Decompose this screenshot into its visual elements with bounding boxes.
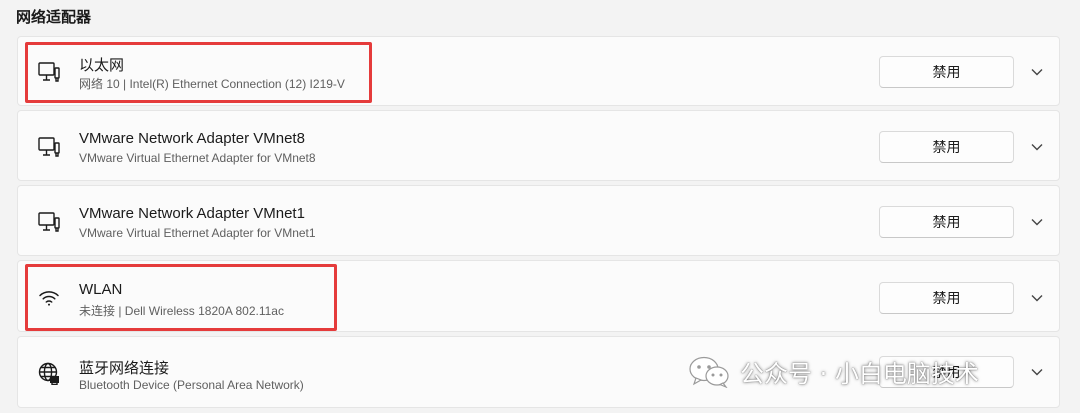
adapter-description: 网络 10 | Intel(R) Ethernet Connection (12…: [79, 77, 345, 91]
adapter-card-vmnet1[interactable]: VMware Network Adapter VMnet1 VMware Vir…: [17, 185, 1060, 256]
chevron-down-icon[interactable]: [1026, 136, 1048, 158]
adapter-description: Bluetooth Device (Personal Area Network): [79, 378, 304, 392]
adapter-card-ethernet[interactable]: 以太网 网络 10 | Intel(R) Ethernet Connection…: [17, 36, 1060, 106]
adapter-name: VMware Network Adapter VMnet1: [79, 205, 305, 222]
globe-network-icon: [36, 360, 62, 386]
watermark: 公众号 · 小白电脑技术: [688, 354, 979, 389]
chevron-down-icon[interactable]: [1026, 61, 1048, 83]
adapter-name: WLAN: [79, 281, 123, 298]
chevron-down-icon[interactable]: [1026, 361, 1048, 383]
chevron-down-icon[interactable]: [1026, 287, 1048, 309]
wifi-icon: [36, 284, 62, 310]
disable-button[interactable]: 禁用: [879, 131, 1014, 163]
section-title: 网络适配器: [16, 9, 92, 26]
disable-button[interactable]: 禁用: [879, 206, 1014, 238]
adapter-name: VMware Network Adapter VMnet8: [79, 130, 305, 147]
disable-button[interactable]: 禁用: [879, 282, 1014, 314]
chevron-down-icon[interactable]: [1026, 211, 1048, 233]
wired-network-icon: [36, 59, 62, 85]
watermark-text: 公众号 · 小白电脑技术: [740, 360, 979, 388]
adapter-card-wlan[interactable]: WLAN 未连接 | Dell Wireless 1820A 802.11ac …: [17, 260, 1060, 332]
wechat-logo-icon: [689, 356, 729, 388]
adapter-name: 蓝牙网络连接: [79, 360, 170, 377]
adapter-description: VMware Virtual Ethernet Adapter for VMne…: [79, 226, 316, 240]
disable-button[interactable]: 禁用: [879, 56, 1014, 88]
wired-network-icon: [36, 134, 62, 160]
adapter-description: 未连接 | Dell Wireless 1820A 802.11ac: [79, 304, 284, 318]
adapter-name: 以太网: [79, 57, 125, 74]
wired-network-icon: [36, 209, 62, 235]
adapter-card-vmnet8[interactable]: VMware Network Adapter VMnet8 VMware Vir…: [17, 110, 1060, 181]
adapter-description: VMware Virtual Ethernet Adapter for VMne…: [79, 151, 316, 165]
